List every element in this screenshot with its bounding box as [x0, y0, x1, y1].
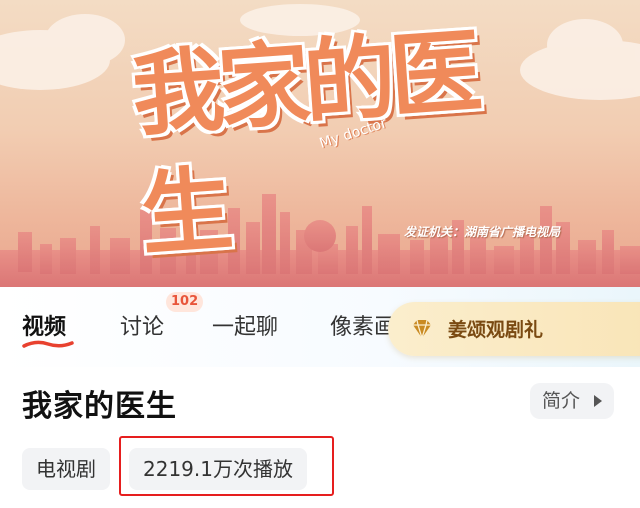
- intro-label: 简介: [542, 390, 581, 412]
- tab-discussion[interactable]: 讨论: [120, 309, 164, 341]
- discussion-count-badge: 102: [166, 292, 204, 312]
- tab-pixel-art[interactable]: 像素画: [330, 309, 396, 341]
- show-title: 我家的医生: [22, 389, 177, 424]
- tab-video[interactable]: 视频: [22, 309, 66, 341]
- play-count-highlight-box: [119, 436, 334, 496]
- tab-chat-together[interactable]: 一起聊: [212, 309, 278, 341]
- promo-label: 姜颂观剧礼: [448, 319, 544, 341]
- active-tab-indicator: [22, 340, 74, 348]
- gem-icon: [413, 319, 431, 341]
- poster-banner: 我家的医生 My doctor 发证机关：湖南省广播电视局: [0, 0, 640, 287]
- category-tag: 电视剧: [22, 448, 110, 490]
- license-text: 发证机关：湖南省广播电视局: [404, 225, 561, 239]
- promo-gift-button[interactable]: 姜颂观剧礼: [388, 302, 640, 356]
- intro-button[interactable]: 简介: [530, 383, 614, 419]
- play-arrow-icon: [594, 395, 602, 407]
- tab-bar: 视频 讨论 102 一起聊 像素画 姜颂观剧礼: [0, 287, 640, 367]
